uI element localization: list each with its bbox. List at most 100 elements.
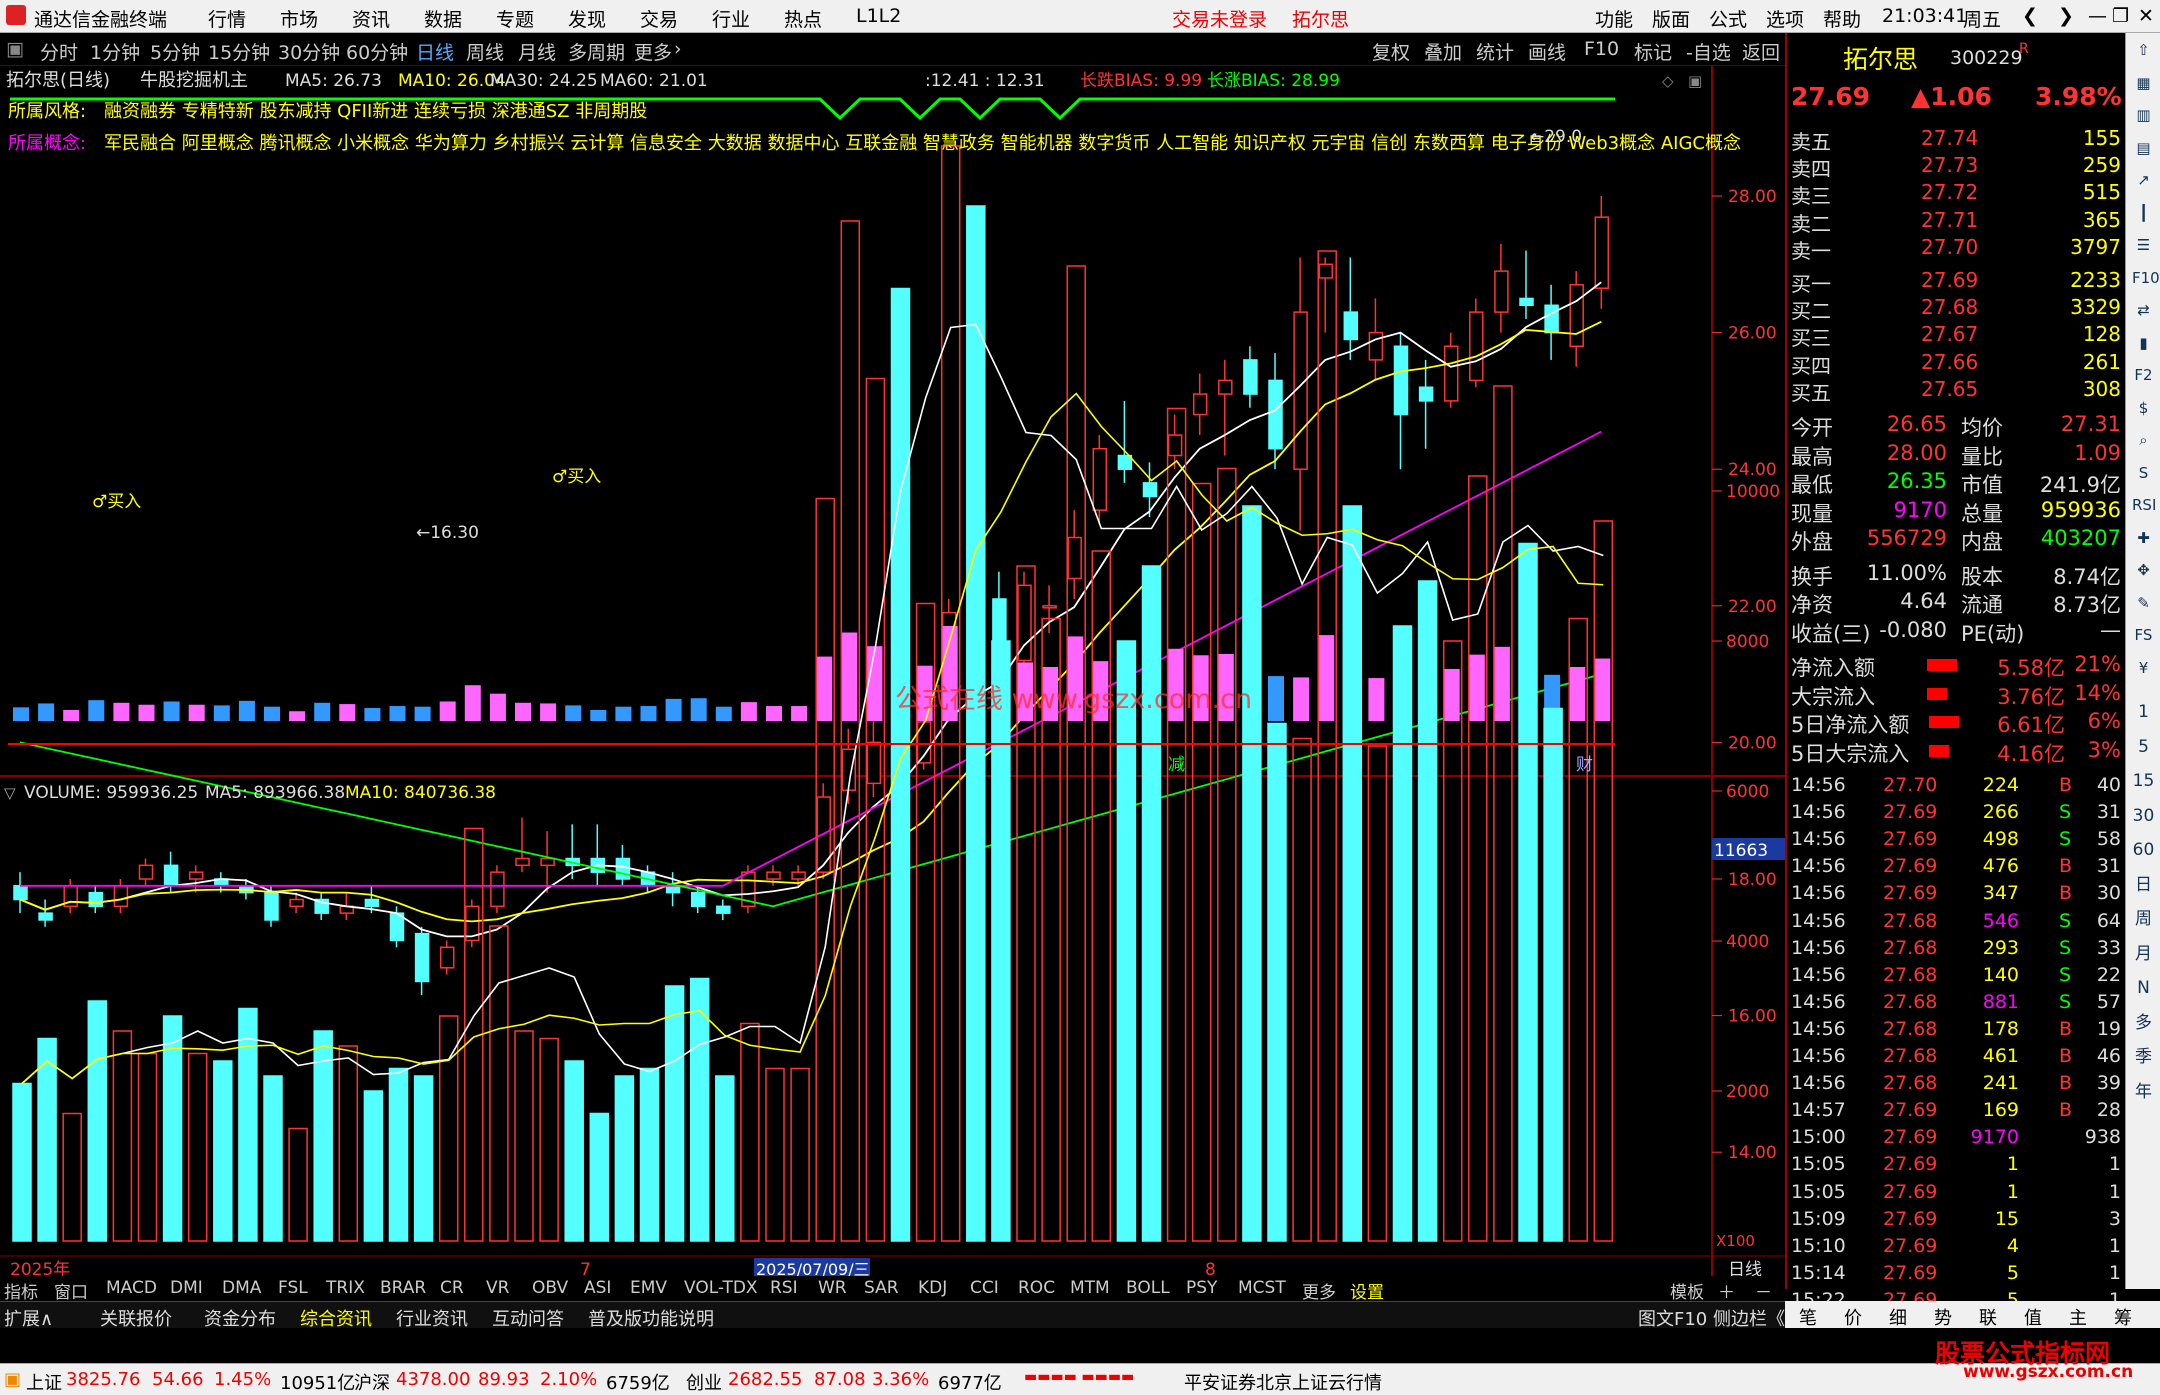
- candle[interactable]: [1192, 393, 1208, 416]
- volume-bar[interactable]: [1141, 565, 1162, 1242]
- bid-row[interactable]: 买三 27.67 128: [1787, 321, 2127, 350]
- period-shortcut[interactable]: 15: [2132, 770, 2155, 793]
- list-icon[interactable]: ☰: [2132, 234, 2155, 257]
- indicator-tab[interactable]: MCST: [1238, 1278, 1286, 1298]
- candle[interactable]: [1218, 379, 1233, 395]
- candle[interactable]: [1418, 386, 1434, 402]
- menu-hangqing[interactable]: 行情: [208, 5, 246, 32]
- sidebar-button-f2[interactable]: F2: [2132, 364, 2155, 387]
- menu-faxian[interactable]: 发现: [568, 5, 606, 32]
- right-tab[interactable]: 势: [1934, 1304, 1952, 1330]
- volume-bar[interactable]: [1342, 505, 1363, 1242]
- period-more[interactable]: 更多: [634, 38, 672, 65]
- right-tab[interactable]: 主: [2069, 1304, 2087, 1330]
- candle[interactable]: [1443, 345, 1459, 402]
- tool-fanhui[interactable]: 返回: [1742, 38, 1780, 65]
- period-shortcut[interactable]: 月: [2132, 943, 2155, 966]
- ask-row[interactable]: 卖五 27.74 155: [1787, 125, 2127, 154]
- sidebar-toggle[interactable]: 图文F10 侧边栏《: [1638, 1305, 1785, 1331]
- sidebar-button-f10[interactable]: F10: [2132, 267, 2160, 290]
- candle[interactable]: [1494, 270, 1509, 313]
- menu-xuanxiang[interactable]: 选项: [1766, 5, 1804, 32]
- kline-chart[interactable]: 28.00 26.00 24.00 22.00 20.00 18.00 16.00 14.00…: [0, 66, 1785, 1300]
- menu-shuju[interactable]: 数据: [424, 5, 462, 32]
- restore-icon[interactable]: ❐: [2112, 5, 2129, 27]
- candle[interactable]: [38, 912, 53, 921]
- indicator-tab[interactable]: 指标: [4, 1278, 38, 1303]
- candle[interactable]: [1167, 434, 1183, 457]
- candle[interactable]: [1519, 297, 1534, 307]
- period-1min[interactable]: 1分钟: [90, 38, 140, 65]
- minimize-icon[interactable]: —: [2088, 5, 2107, 27]
- candle[interactable]: [1544, 304, 1559, 334]
- candle[interactable]: [163, 864, 179, 887]
- candle[interactable]: [1569, 284, 1584, 348]
- tool-huaxian[interactable]: 画线: [1528, 38, 1566, 65]
- volume-bar[interactable]: [1116, 640, 1137, 1242]
- menu-bangzhu[interactable]: 帮助: [1823, 5, 1861, 32]
- volume-bar[interactable]: [1242, 505, 1262, 1242]
- period-weekly[interactable]: 周线: [466, 38, 504, 65]
- volume-bar[interactable]: [664, 985, 685, 1242]
- candle[interactable]: [1318, 263, 1333, 279]
- candle[interactable]: [540, 857, 555, 867]
- candle[interactable]: [490, 871, 505, 908]
- candle[interactable]: [1117, 454, 1133, 470]
- indicator-tab[interactable]: PSY: [1186, 1278, 1217, 1298]
- ext-tab[interactable]: 综合资讯: [300, 1305, 372, 1331]
- period-daily[interactable]: 日线: [416, 38, 454, 65]
- candle[interactable]: [866, 741, 882, 785]
- indicator-tab[interactable]: VOL-TDX: [684, 1278, 758, 1298]
- vol-toggle-icon[interactable]: ▽: [4, 784, 16, 802]
- menu-zhuanti[interactable]: 专题: [496, 5, 534, 32]
- period-shortcut[interactable]: 5: [2132, 736, 2155, 759]
- period-multi[interactable]: 多周期: [568, 38, 625, 65]
- candle[interactable]: [364, 898, 380, 908]
- indicator-tab[interactable]: 设置: [1350, 1278, 1384, 1303]
- tab-down-icon[interactable]: －: [1755, 1278, 1772, 1303]
- indicator-tab[interactable]: DMI: [170, 1278, 203, 1298]
- status-icon[interactable]: ▣: [4, 1369, 21, 1390]
- candle[interactable]: [1368, 331, 1384, 361]
- candle-icon[interactable]: ┃: [2132, 202, 2155, 225]
- right-tab[interactable]: 联: [1979, 1304, 1997, 1330]
- search-icon[interactable]: ⌕: [2132, 429, 2155, 452]
- candle[interactable]: [188, 871, 204, 880]
- candle[interactable]: [414, 932, 430, 983]
- candle[interactable]: [766, 871, 781, 880]
- indicator-tab[interactable]: MTM: [1070, 1278, 1110, 1298]
- ask-row[interactable]: 卖一 27.70 3797: [1787, 234, 2127, 263]
- news-icon[interactable]: ▤: [2132, 137, 2155, 160]
- candle[interactable]: [1594, 216, 1610, 289]
- volume-bar[interactable]: [37, 1037, 57, 1242]
- volume-bar[interactable]: [890, 287, 911, 1242]
- volume-bar[interactable]: [213, 1060, 233, 1242]
- period-15min[interactable]: 15分钟: [208, 38, 270, 65]
- period-shortcut[interactable]: 周: [2132, 908, 2155, 931]
- ext-tab[interactable]: 扩展∧: [4, 1305, 53, 1331]
- up-arrow-icon[interactable]: ⇧: [2132, 39, 2155, 62]
- indicator-tab[interactable]: 窗口: [54, 1278, 88, 1303]
- indicator-tab[interactable]: TRIX: [326, 1278, 365, 1298]
- candle[interactable]: [1042, 605, 1057, 609]
- ext-tab[interactable]: 行业资讯: [396, 1305, 468, 1331]
- tool-diejia[interactable]: 叠加: [1424, 38, 1462, 65]
- menu-l1l2[interactable]: L1L2: [856, 5, 901, 27]
- sidebar-button-rsi[interactable]: RSI: [2132, 494, 2156, 517]
- grid-icon[interactable]: ▦: [2132, 72, 2155, 95]
- period-shortcut[interactable]: 1: [2132, 701, 2155, 724]
- volume-bar[interactable]: [564, 1060, 584, 1242]
- menu-hangye[interactable]: 行业: [712, 5, 750, 32]
- more-chevron-icon[interactable]: ›: [674, 38, 682, 60]
- candle[interactable]: [113, 885, 129, 908]
- period-shortcut[interactable]: 季: [2132, 1046, 2155, 1069]
- period-shortcut[interactable]: 日: [2132, 874, 2155, 897]
- candle[interactable]: [289, 898, 304, 908]
- candle[interactable]: [1393, 345, 1409, 416]
- plus-icon[interactable]: ✚: [2132, 527, 2155, 550]
- candle[interactable]: [791, 871, 806, 880]
- period-30min[interactable]: 30分钟: [278, 38, 340, 65]
- status-cy[interactable]: 创业: [686, 1369, 722, 1395]
- candle[interactable]: [665, 885, 681, 894]
- candle[interactable]: [1268, 379, 1283, 450]
